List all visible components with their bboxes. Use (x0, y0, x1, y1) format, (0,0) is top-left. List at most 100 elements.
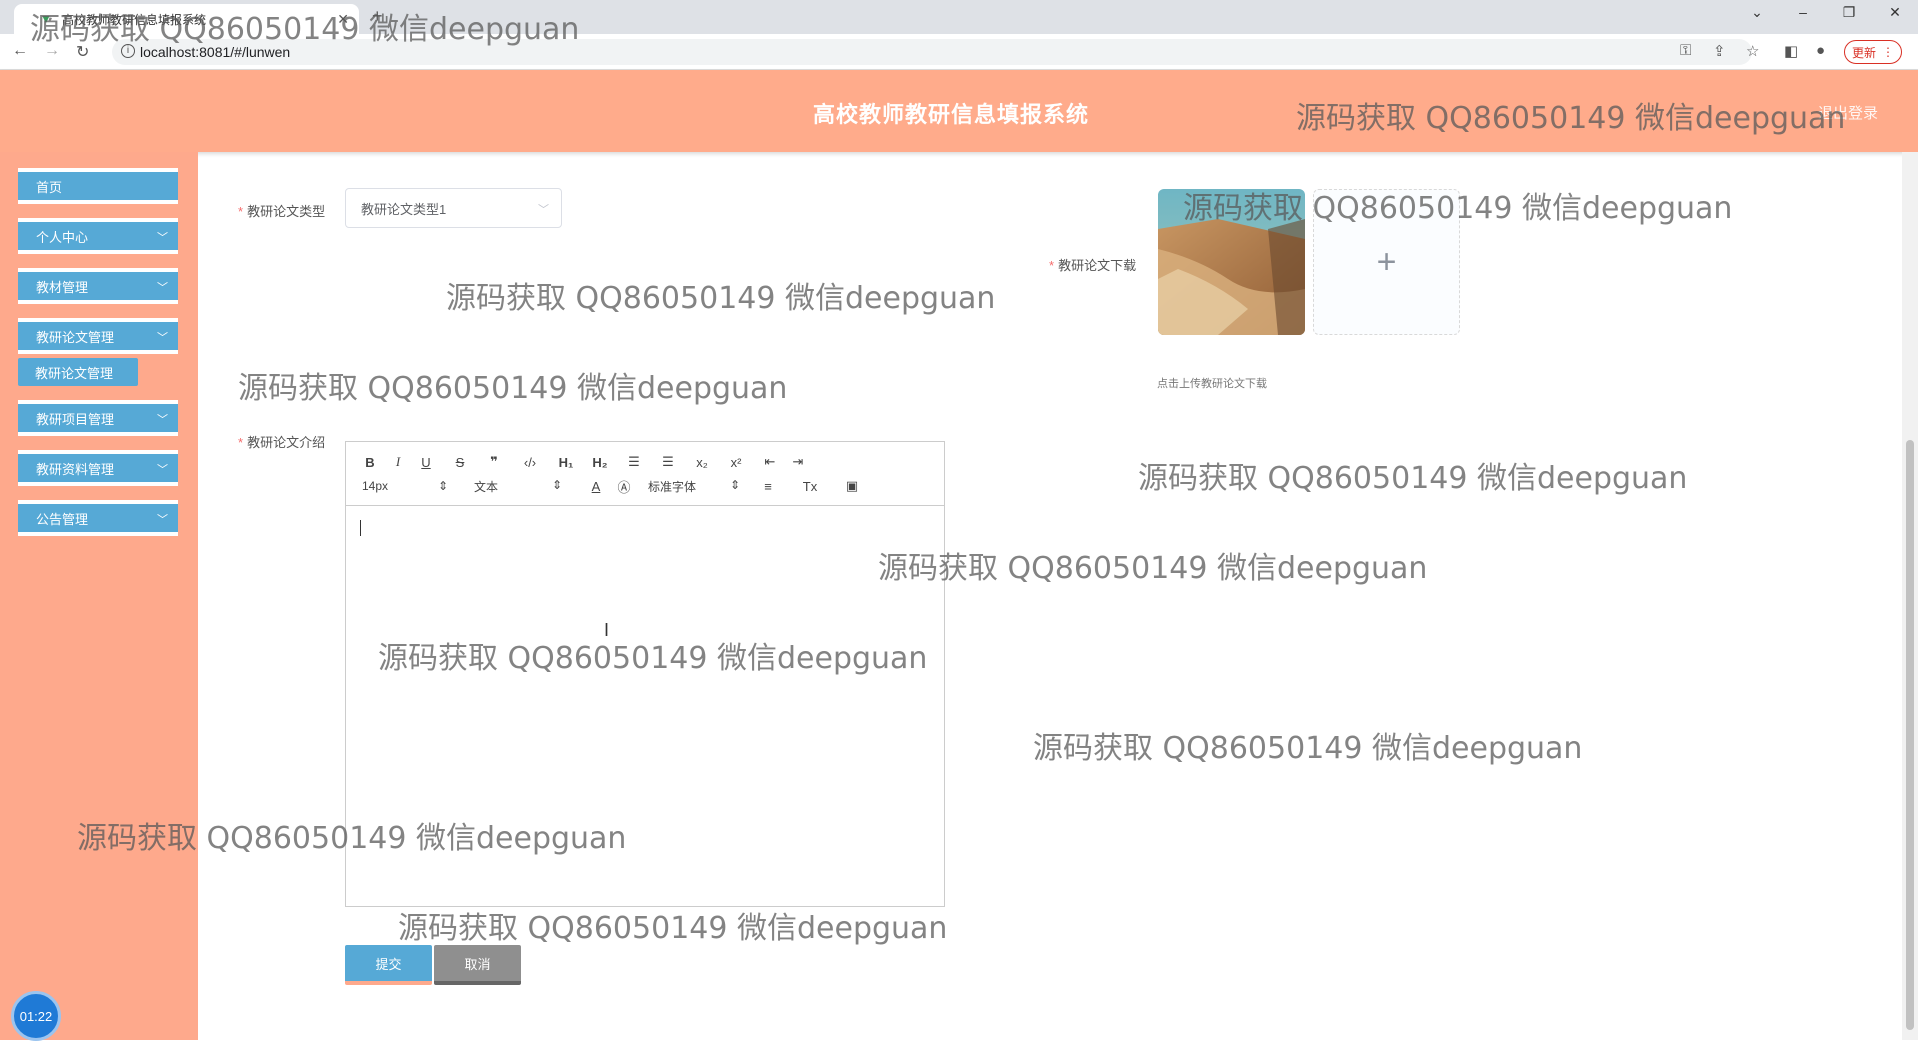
paper-download-label: * 教研论文下载 (1049, 258, 1137, 273)
logout-link[interactable]: 退出登录 (1818, 102, 1878, 123)
forward-icon[interactable]: → (44, 42, 60, 60)
editor-content-area[interactable] (346, 506, 944, 906)
outdent-icon[interactable]: ⇤ (756, 454, 784, 470)
sidebar-item-profile[interactable]: 个人中心 ﹀ (18, 222, 178, 254)
watermark-text: 源码获取 QQ86050149 微信deepguan (238, 371, 788, 406)
chevron-down-icon: ﹀ (157, 282, 168, 294)
url-field[interactable]: i localhost:8081/#/lunwen (112, 39, 1752, 65)
sidebar-subitem-papers[interactable]: 教研论文管理 (18, 358, 138, 386)
image-icon[interactable]: ▣ (838, 478, 866, 494)
font-family-select[interactable]: 标准字体 ⇕ (648, 478, 740, 495)
h2-icon[interactable]: H₂ (580, 455, 620, 470)
code-icon[interactable]: ‹/› (508, 455, 552, 470)
new-tab-icon[interactable]: + (372, 6, 383, 27)
indent-icon[interactable]: ⇥ (784, 454, 812, 470)
sidebar-item-projects[interactable]: 教研项目管理 ﹀ (18, 404, 178, 436)
paper-type-label-text: 教研论文类型 (247, 204, 326, 219)
minimize-icon[interactable]: – (1780, 4, 1826, 21)
bold-icon[interactable]: B (356, 455, 384, 470)
vue-favicon-icon: ▼ (40, 12, 52, 26)
sidebar-subitem-label: 教研论文管理 (35, 365, 114, 381)
rich-text-editor: B I U S ❞ ‹/› H₁ H₂ ☰ ☰ x₂ x² ⇤ ⇥ 14px ⇕ … (345, 441, 945, 907)
update-button[interactable]: 更新 ⋮ (1844, 40, 1902, 64)
paper-download-label-text: 教研论文下载 (1058, 258, 1137, 273)
updown-icon: ⇕ (551, 477, 562, 492)
chevron-down-icon: ﹀ (538, 204, 549, 216)
block-type-select[interactable]: 文本 ⇕ (474, 478, 562, 495)
page-scrollbar-thumb[interactable] (1906, 440, 1914, 1030)
plus-icon: + (1376, 242, 1397, 281)
sidebar-item-label: 教研项目管理 (36, 411, 115, 427)
sidebar-item-label: 公告管理 (36, 511, 89, 527)
watermark-text: 源码获取 QQ86050149 微信deepguan (446, 281, 996, 316)
font-color-icon[interactable]: A (582, 479, 610, 494)
paper-type-label: * 教研论文类型 (238, 204, 326, 219)
watermark-text: 源码获取 QQ86050149 微信deepguan (878, 551, 1428, 586)
block-type-value: 文本 (474, 479, 499, 494)
submit-button[interactable]: 提交 (345, 945, 432, 985)
bullet-list-icon[interactable]: ☰ (648, 454, 688, 470)
uploaded-thumbnail[interactable] (1158, 189, 1305, 335)
font-size-value: 14px (362, 479, 389, 493)
sidebar-item-label: 个人中心 (36, 229, 89, 245)
sidebar-item-label: 教研资料管理 (36, 461, 115, 477)
sidebar: 首页 个人中心 ﹀ 教材管理 ﹀ 教研论文管理 ﹀ 教研论文管理 教研项目管理 ﹀ 教研… (0, 152, 198, 1041)
sidebar-item-papers[interactable]: 教研论文管理 ﹀ (18, 322, 178, 354)
watermark-text: 源码获取 QQ86050149 微信deepguan (1138, 461, 1688, 496)
more-icon: ⋮ (1882, 45, 1894, 59)
italic-icon[interactable]: I (384, 454, 412, 470)
waterfall-image (1158, 189, 1305, 335)
blockquote-icon[interactable]: ❞ (480, 454, 508, 470)
subscript-icon[interactable]: x₂ (688, 455, 716, 470)
sidebar-item-label: 教材管理 (36, 279, 89, 295)
strike-icon[interactable]: S (440, 455, 480, 470)
timer-badge[interactable]: 01:22 (11, 991, 61, 1041)
sidebar-item-textbooks[interactable]: 教材管理 ﹀ (18, 272, 178, 304)
h1-icon[interactable]: H₁ (552, 455, 580, 470)
back-icon[interactable]: ← (12, 42, 28, 60)
sidebar-item-home[interactable]: 首页 (18, 172, 178, 204)
side-panel-icon[interactable]: ◧ (1784, 42, 1798, 60)
close-window-icon[interactable]: ✕ (1872, 4, 1918, 21)
paper-intro-label: * 教研论文介绍 (238, 435, 326, 450)
sidebar-item-label: 教研论文管理 (36, 329, 115, 345)
reload-icon[interactable]: ↻ (76, 42, 89, 62)
watermark-text: 源码获取 QQ86050149 微信deepguan (1033, 731, 1583, 766)
background-color-icon[interactable]: Ⓐ (610, 477, 638, 496)
upload-tip: 点击上传教研论文下载 (1157, 378, 1267, 390)
chevron-up-icon: ﹀ (157, 332, 168, 344)
address-bar-row: ← → ↻ i localhost:8081/#/lunwen ⚿ ⇪ ☆ ◧ … (0, 34, 1918, 70)
tab-search-icon[interactable]: ⌄ (1734, 4, 1780, 21)
chevron-down-icon: ﹀ (157, 514, 168, 526)
profile-icon[interactable]: ● (1816, 42, 1825, 59)
ordered-list-icon[interactable]: ☰ (620, 454, 648, 470)
site-info-icon[interactable]: i (121, 44, 135, 58)
upload-add-button[interactable]: + (1313, 189, 1460, 335)
sidebar-item-label: 首页 (36, 179, 63, 195)
cancel-button[interactable]: 取消 (434, 945, 521, 985)
paper-type-select[interactable]: 教研论文类型1 ﹀ (345, 188, 562, 228)
close-tab-icon[interactable]: ✕ (337, 11, 349, 28)
font-size-select[interactable]: 14px ⇕ (362, 479, 448, 493)
editor-toolbar: B I U S ❞ ‹/› H₁ H₂ ☰ ☰ x₂ x² ⇤ ⇥ 14px ⇕ … (346, 442, 944, 506)
updown-icon: ⇕ (437, 479, 448, 493)
watermark-text: 源码获取 QQ86050149 微信deepguan (398, 911, 948, 946)
app-header: 高校教师教研信息填报系统 退出登录 (0, 70, 1918, 152)
underline-icon[interactable]: U (412, 455, 440, 470)
share-icon[interactable]: ⇪ (1713, 42, 1726, 60)
bookmark-star-icon[interactable]: ☆ (1746, 42, 1759, 60)
browser-tab[interactable]: ▼ 高校教师教研信息填报系统 ✕ (14, 4, 359, 34)
tab-title: 高校教师教研信息填报系统 (62, 12, 207, 27)
chevron-down-icon: ﹀ (157, 414, 168, 426)
text-caret (360, 520, 361, 536)
chevron-down-icon: ﹀ (157, 464, 168, 476)
align-icon[interactable]: ≡ (754, 479, 782, 494)
restore-icon[interactable]: ❐ (1826, 4, 1872, 21)
sidebar-item-materials[interactable]: 教研资料管理 ﹀ (18, 454, 178, 486)
chevron-down-icon: ﹀ (157, 232, 168, 244)
sidebar-item-notices[interactable]: 公告管理 ﹀ (18, 504, 178, 536)
superscript-icon[interactable]: x² (716, 455, 756, 470)
font-family-value: 标准字体 (648, 479, 697, 494)
clear-format-icon[interactable]: Tx (796, 479, 824, 494)
key-icon[interactable]: ⚿ (1680, 42, 1691, 59)
